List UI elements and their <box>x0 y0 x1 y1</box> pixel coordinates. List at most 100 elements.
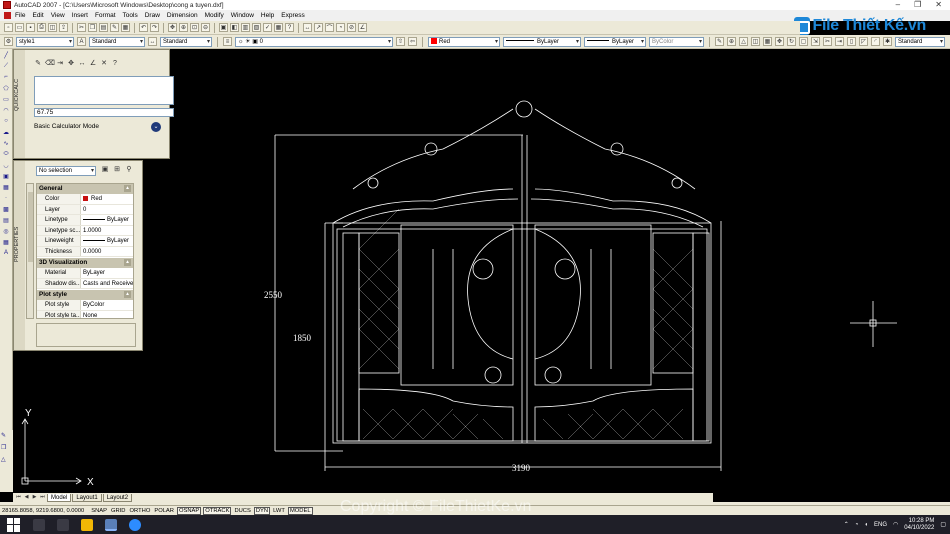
menu-file[interactable]: File <box>15 12 25 19</box>
polygon-icon[interactable]: ⬠ <box>1 83 11 93</box>
autocad-taskbar-icon[interactable] <box>105 518 117 531</box>
text-style-icon[interactable]: A <box>77 37 86 46</box>
redo-icon[interactable]: ↷ <box>150 23 159 32</box>
property-row[interactable]: Linetype sc... 1.0000 <box>37 225 133 236</box>
copy-icon[interactable]: ❐ <box>88 23 97 32</box>
modify-mirror-icon[interactable]: △ <box>739 37 748 46</box>
help-icon[interactable]: ? <box>285 23 294 32</box>
angle-icon[interactable]: ∠ <box>89 60 97 68</box>
insert-block-icon[interactable]: ▣ <box>1 171 11 181</box>
preview-icon[interactable]: ◫ <box>48 23 57 32</box>
volume-icon[interactable]: ◖ <box>864 522 868 528</box>
tab-layout1[interactable]: Layout1 <box>72 493 102 502</box>
modify-copy-icon[interactable]: ⊕ <box>727 37 736 46</box>
publish-icon[interactable]: ⇪ <box>59 23 68 32</box>
modify-chamfer-icon[interactable]: ◸ <box>859 37 868 46</box>
tab-layout2[interactable]: Layout2 <box>102 493 133 502</box>
dyn-toggle[interactable]: DYN <box>253 506 271 515</box>
menu-modify[interactable]: Modify <box>205 12 224 19</box>
mirror-icon[interactable]: △ <box>1 456 11 466</box>
lwt-toggle[interactable]: LWT <box>272 508 286 514</box>
file-explorer-icon[interactable] <box>81 518 93 531</box>
zoom-realtime-icon[interactable]: ⊕ <box>179 23 188 32</box>
menu-dimension[interactable]: Dimension <box>167 12 198 19</box>
property-row[interactable]: Material ByLayer <box>37 268 133 279</box>
model-toggle[interactable]: MODEL <box>287 506 313 515</box>
expand-chevron-icon[interactable]: ⌄ <box>151 122 161 132</box>
hatch-icon[interactable]: ▩ <box>1 204 11 214</box>
coordinate-readout[interactable]: 28165.8058, 9219.6800, 0.0000 <box>2 508 84 514</box>
ellipse-icon[interactable]: ⬭ <box>1 149 11 159</box>
layer-manager-icon[interactable]: ≡ <box>223 37 232 46</box>
menu-express[interactable]: Express <box>281 12 304 19</box>
paste-icon[interactable]: ▤ <box>99 23 108 32</box>
group-3d-visualization[interactable]: 3D Visualization ▴ <box>37 258 133 268</box>
table-style-combo[interactable]: Standard <box>895 36 945 47</box>
clear-history-icon[interactable]: ⌫ <box>45 60 55 68</box>
notifications-icon[interactable]: ▢ <box>940 521 946 528</box>
osnap-toggle[interactable]: OSNAP <box>176 506 202 515</box>
region-icon[interactable]: ◎ <box>1 226 11 236</box>
gradient-icon[interactable]: ▤ <box>1 215 11 225</box>
modify-stretch-icon[interactable]: ⇲ <box>811 37 820 46</box>
layer-previous-icon[interactable]: ⇦ <box>408 37 417 46</box>
arc-icon[interactable]: ◠ <box>1 105 11 115</box>
paste-value-icon[interactable]: ⇥ <box>56 60 64 68</box>
selection-combo[interactable]: No selection <box>36 166 96 176</box>
property-row[interactable]: Shadow dis...Casts and Receives... <box>37 278 133 289</box>
chevron-up-icon[interactable]: ⌃ <box>844 521 849 528</box>
line-icon[interactable]: ╱ <box>1 50 11 60</box>
make-current-layer-icon[interactable]: ⇧ <box>396 37 405 46</box>
spline-icon[interactable]: ∿ <box>1 138 11 148</box>
distance-icon[interactable]: ↔ <box>78 60 86 68</box>
properties-scrollbar[interactable] <box>26 183 34 319</box>
erase-icon[interactable]: ✎ <box>1 432 11 442</box>
ortho-toggle[interactable]: ORTHO <box>129 508 152 514</box>
taskbar-clock[interactable]: 10:28 PM 04/10/2022 <box>904 518 934 532</box>
menu-insert[interactable]: Insert <box>72 12 88 19</box>
modify-fillet-icon[interactable]: ◜ <box>871 37 880 46</box>
task-view-icon[interactable] <box>57 518 69 531</box>
modify-offset-icon[interactable]: ◫ <box>751 37 760 46</box>
color-combo[interactable]: Red <box>428 36 500 47</box>
toggle-pickadd-icon[interactable]: ▣ <box>100 165 110 175</box>
zoom-previous-icon[interactable]: ⊖ <box>201 23 210 32</box>
dim-linear-icon[interactable]: ↔ <box>303 23 312 32</box>
dim-aligned-icon[interactable]: ↗ <box>314 23 323 32</box>
grid-toggle[interactable]: GRID <box>110 508 127 514</box>
property-row[interactable]: Linetype ByLayer <box>37 215 133 226</box>
quickcalc-icon[interactable]: ▦ <box>274 23 283 32</box>
modify-rotate-icon[interactable]: ↻ <box>787 37 796 46</box>
next-tab-icon[interactable]: ▶ <box>31 494 38 501</box>
maximize-button[interactable]: ❐ <box>914 0 921 10</box>
property-row[interactable]: Plot style ta... None <box>37 310 133 318</box>
quickcalc-title[interactable]: QUICKCALC <box>14 50 25 158</box>
table-icon[interactable]: ▦ <box>1 237 11 247</box>
modify-array-icon[interactable]: ▦ <box>763 37 772 46</box>
minimize-button[interactable]: – <box>896 0 900 10</box>
zoom-window-icon[interactable]: ⊡ <box>190 23 199 32</box>
plot-icon[interactable]: ⎙ <box>37 23 46 32</box>
zoom-app-icon[interactable] <box>129 518 141 531</box>
ellipse-arc-icon[interactable]: ◡ <box>1 160 11 170</box>
group-plot-style[interactable]: Plot style ▴ <box>37 290 133 300</box>
circle-icon[interactable]: ○ <box>1 116 11 126</box>
undo-icon[interactable]: ↶ <box>139 23 148 32</box>
select-objects-icon[interactable]: ⊞ <box>112 165 122 175</box>
menu-edit[interactable]: Edit <box>32 12 43 19</box>
pan-icon[interactable]: ✥ <box>168 23 177 32</box>
modify-move-icon[interactable]: ✥ <box>775 37 784 46</box>
tab-model[interactable]: Model <box>47 493 72 502</box>
first-tab-icon[interactable]: ⏮ <box>15 494 22 501</box>
lineweight-combo[interactable]: ByLayer <box>584 36 646 47</box>
property-row[interactable]: Lineweight ByLayer <box>37 236 133 247</box>
windows-start-icon[interactable] <box>7 517 21 532</box>
collapse-icon[interactable]: ▴ <box>124 185 131 192</box>
text-style-combo[interactable]: Standard <box>89 36 145 47</box>
make-block-icon[interactable]: ▦ <box>1 182 11 192</box>
search-icon[interactable] <box>33 518 45 531</box>
quick-select-icon[interactable]: ⚲ <box>124 165 134 175</box>
modify-explode-icon[interactable]: ✱ <box>883 37 892 46</box>
new-icon[interactable]: ▫ <box>4 23 13 32</box>
language-indicator[interactable]: ENG <box>874 522 887 528</box>
